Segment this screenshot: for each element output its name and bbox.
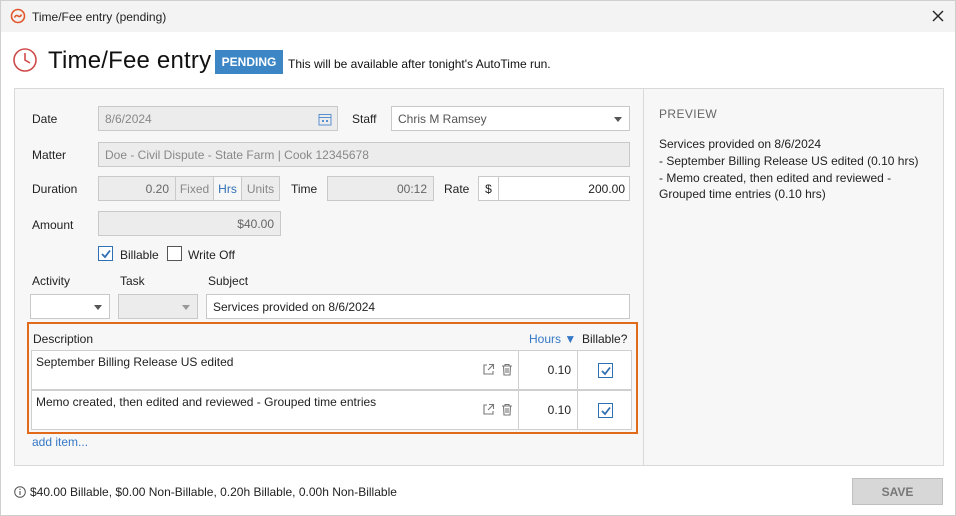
duration-control: 0.20 Fixed Hrs Units: [98, 176, 280, 201]
check-icon: [101, 249, 111, 259]
activity-select[interactable]: [30, 294, 110, 319]
billable-checkbox[interactable]: [98, 246, 113, 261]
duration-input[interactable]: 0.20: [99, 177, 175, 200]
chevron-down-icon: [614, 117, 622, 122]
unit-units-button[interactable]: Units: [241, 177, 279, 200]
description-table: Description Hours ▼ Billable? September …: [27, 322, 638, 434]
pending-note: This will be available after tonight's A…: [288, 57, 551, 71]
unit-hrs-button[interactable]: Hrs: [213, 177, 241, 200]
task-label: Task: [120, 274, 145, 288]
table-row: September Billing Release US edited 0.10: [31, 350, 632, 390]
app-logo-icon: [10, 8, 26, 24]
duration-label: Duration: [32, 182, 78, 196]
hours-cell[interactable]: 0.10: [518, 391, 578, 429]
preview-line: Grouped time entries (0.10 hrs): [659, 187, 826, 201]
preview-line: Services provided on 8/6/2024: [659, 137, 822, 151]
trash-icon[interactable]: [501, 363, 513, 376]
totals-summary: $40.00 Billable, $0.00 Non-Billable, 0.2…: [14, 485, 397, 499]
open-external-icon[interactable]: [482, 403, 495, 416]
subject-label: Subject: [208, 274, 249, 288]
activity-label: Activity: [32, 274, 71, 288]
page-title: Time/Fee entry: [48, 47, 212, 74]
amount-field: $40.00: [98, 211, 281, 236]
matter-value: Doe - Civil Dispute - State Farm | Cook …: [105, 147, 369, 162]
matter-field[interactable]: Doe - Civil Dispute - State Farm | Cook …: [98, 142, 630, 167]
time-value: 00:12: [396, 181, 427, 196]
status-badge: PENDING: [215, 50, 283, 74]
preview-title: PREVIEW: [659, 107, 718, 121]
billable-label: Billable: [120, 248, 159, 262]
window-title: Time/Fee entry (pending): [32, 10, 167, 24]
description-text[interactable]: September Billing Release US edited: [36, 355, 233, 369]
date-field[interactable]: 8/6/2024: [98, 106, 338, 131]
amount-value: $40.00: [237, 216, 274, 231]
row-actions: [482, 403, 513, 416]
chevron-down-icon: [182, 305, 190, 310]
date-value: 8/6/2024: [105, 111, 152, 126]
write-off-checkbox[interactable]: [167, 246, 182, 261]
check-icon: [601, 406, 611, 416]
amount-label: Amount: [32, 218, 74, 232]
subject-input[interactable]: Services provided on 8/6/2024: [206, 294, 630, 319]
subject-value: Services provided on 8/6/2024: [213, 299, 376, 314]
save-button[interactable]: SAVE: [852, 478, 943, 505]
close-icon[interactable]: [929, 7, 947, 25]
trash-icon[interactable]: [501, 403, 513, 416]
row-billable-checkbox[interactable]: [598, 403, 613, 418]
info-icon: [14, 486, 26, 498]
matter-label: Matter: [32, 148, 67, 162]
rate-currency: $: [479, 177, 499, 200]
open-external-icon[interactable]: [482, 363, 495, 376]
row-billable-checkbox[interactable]: [598, 363, 613, 378]
time-fee-entry-window: Time/Fee entry (pending) Time/Fee entry …: [0, 0, 956, 516]
rate-label: Rate: [444, 182, 470, 196]
write-off-label: Write Off: [188, 248, 235, 262]
table-row: Memo created, then edited and reviewed -…: [31, 390, 632, 430]
rate-field[interactable]: $ 200.00: [478, 176, 630, 201]
hours-sort-header[interactable]: Hours ▼: [529, 332, 576, 346]
description-header: Description: [33, 332, 94, 346]
add-item-link[interactable]: add item...: [32, 435, 88, 449]
hours-cell[interactable]: 0.10: [518, 351, 578, 389]
calendar-icon[interactable]: [318, 112, 332, 126]
preview-panel: PREVIEW Services provided on 8/6/2024 - …: [643, 89, 943, 465]
entry-panel: Date 8/6/2024 Staff Chris M Ramsey Matte…: [14, 88, 944, 466]
preview-line: - Memo created, then edited and reviewed…: [659, 171, 892, 185]
rate-value[interactable]: 200.00: [499, 182, 629, 196]
page-header: Time/Fee entry PENDING This will be avai…: [12, 45, 912, 77]
clock-icon: [13, 48, 37, 72]
staff-label: Staff: [352, 112, 377, 126]
title-bar: Time/Fee entry (pending): [1, 1, 955, 32]
staff-select[interactable]: Chris M Ramsey: [391, 106, 630, 131]
description-text[interactable]: Memo created, then edited and reviewed -…: [36, 395, 376, 409]
time-label: Time: [291, 182, 318, 196]
totals-text: $40.00 Billable, $0.00 Non-Billable, 0.2…: [30, 485, 397, 499]
time-field: 00:12: [327, 176, 434, 201]
staff-value: Chris M Ramsey: [398, 111, 487, 126]
preview-line: - September Billing Release US edited (0…: [659, 154, 919, 168]
billable-header: Billable?: [582, 332, 628, 346]
row-actions: [482, 363, 513, 376]
chevron-down-icon: [94, 305, 102, 310]
date-label: Date: [32, 112, 58, 126]
task-select[interactable]: [118, 294, 198, 319]
check-icon: [601, 366, 611, 376]
unit-fixed-button[interactable]: Fixed: [175, 177, 213, 200]
